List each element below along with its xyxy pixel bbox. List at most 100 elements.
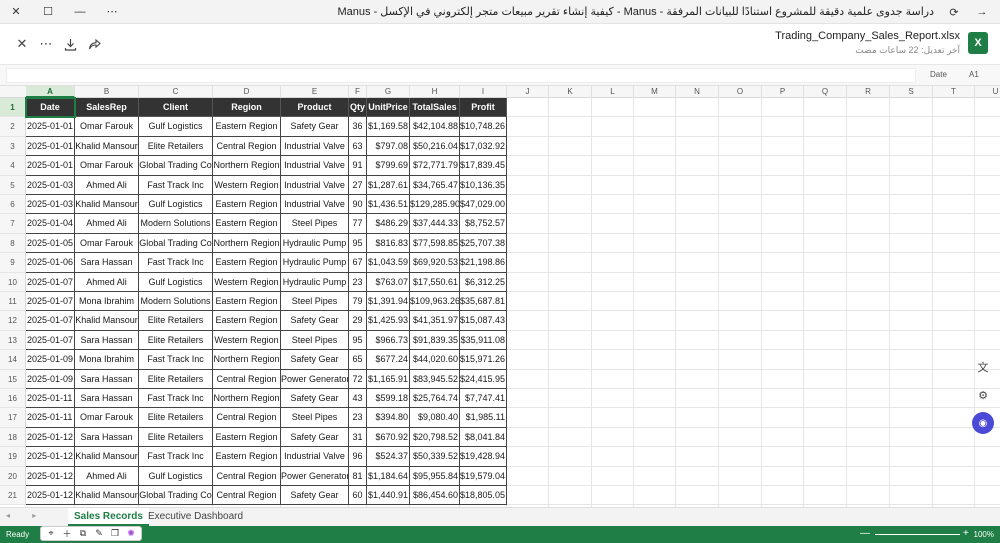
table-cell[interactable]: Eastern Region xyxy=(213,447,281,467)
table-cell[interactable]: Steel Pipes xyxy=(281,292,349,312)
table-cell[interactable]: $1,391.94 xyxy=(367,292,410,312)
table-cell[interactable]: Global Trading Co xyxy=(139,233,213,254)
table-cell[interactable]: Fast Track Inc xyxy=(139,175,213,195)
tab-executive-dashboard[interactable]: Executive Dashboard xyxy=(142,508,249,526)
table-cell[interactable]: $24,415.95 xyxy=(460,369,507,389)
table-cell[interactable]: $44,020.60 xyxy=(410,350,460,370)
table-cell[interactable]: 2025-01-01 xyxy=(26,136,75,157)
table-cell[interactable]: Northern Region xyxy=(213,156,281,176)
column-header-u[interactable]: U xyxy=(975,86,1000,98)
table-cell[interactable]: 2025-01-12 xyxy=(26,466,75,486)
table-cell[interactable]: $95,955.84 xyxy=(410,466,460,486)
sheet-nav-arrows[interactable]: ◂ ▸ xyxy=(6,511,46,520)
column-header-p[interactable]: P xyxy=(762,86,804,98)
table-cell[interactable]: 43 xyxy=(349,389,367,409)
row-header-1[interactable]: 1 xyxy=(0,98,26,118)
table-cell[interactable]: 63 xyxy=(349,136,367,157)
share-icon[interactable] xyxy=(84,34,104,54)
table-cell[interactable]: $599.18 xyxy=(367,389,410,409)
table-cell[interactable]: $1,436.51 xyxy=(367,195,410,215)
more-options-icon[interactable]: ⋯ xyxy=(96,0,128,24)
column-header-k[interactable]: K xyxy=(549,86,592,98)
row-header-21[interactable]: 21 xyxy=(0,486,26,506)
table-cell[interactable]: $50,339.52 xyxy=(410,447,460,467)
table-cell[interactable]: Ahmed Ali xyxy=(75,175,139,195)
table-cell[interactable]: Western Region xyxy=(213,272,281,292)
table-cell[interactable]: Elite Retailers xyxy=(139,136,213,157)
table-cell[interactable]: $8,752.57 xyxy=(460,214,507,234)
table-cell[interactable]: Mona Ibrahim xyxy=(75,292,139,312)
column-header-r[interactable]: R xyxy=(847,86,890,98)
table-cell[interactable]: Industrial Valve xyxy=(281,175,349,195)
table-cell[interactable]: 96 xyxy=(349,447,367,467)
header-cell-qty[interactable]: Qty xyxy=(349,98,367,118)
table-cell[interactable]: Khalid Mansour xyxy=(75,486,139,506)
cursor-icon[interactable]: ⌖ xyxy=(43,528,59,539)
table-cell[interactable]: $86,454.60 xyxy=(410,486,460,506)
maximize-window-icon[interactable]: ☐ xyxy=(32,0,64,24)
table-cell[interactable]: Ahmed Ali xyxy=(75,466,139,486)
column-header-b[interactable]: B xyxy=(75,86,139,98)
row-header-16[interactable]: 16 xyxy=(0,389,26,409)
row-header-17[interactable]: 17 xyxy=(0,408,26,428)
column-header-m[interactable]: M xyxy=(634,86,676,98)
crop-icon[interactable]: ⧉ xyxy=(75,528,91,539)
table-cell[interactable]: Sara Hassan xyxy=(75,369,139,389)
table-cell[interactable]: $1,184.64 xyxy=(367,466,410,486)
table-cell[interactable]: 2025-01-06 xyxy=(26,253,75,273)
ai-icon[interactable]: ✺ xyxy=(123,528,139,539)
table-cell[interactable]: 2025-01-01 xyxy=(26,156,75,176)
row-header-7[interactable]: 7 xyxy=(0,214,26,234)
table-cell[interactable]: $25,707.38 xyxy=(460,233,507,254)
column-header-e[interactable]: E xyxy=(281,86,349,98)
table-cell[interactable]: Power Generator xyxy=(281,369,349,389)
column-header-t[interactable]: T xyxy=(933,86,975,98)
table-cell[interactable]: $15,971.26 xyxy=(460,350,507,370)
table-cell[interactable]: 2025-01-07 xyxy=(26,272,75,292)
table-cell[interactable]: Eastern Region xyxy=(213,253,281,273)
table-cell[interactable]: 36 xyxy=(349,117,367,137)
column-header-g[interactable]: G xyxy=(367,86,410,98)
table-cell[interactable]: Omar Farouk xyxy=(75,117,139,137)
table-cell[interactable]: Ahmed Ali xyxy=(75,272,139,292)
close-window-icon[interactable]: ✕ xyxy=(0,0,32,24)
column-header-i[interactable]: I xyxy=(460,86,507,98)
row-header-5[interactable]: 5 xyxy=(0,175,26,195)
column-header-j[interactable]: J xyxy=(507,86,549,98)
table-cell[interactable]: 2025-01-09 xyxy=(26,350,75,370)
table-cell[interactable]: Sara Hassan xyxy=(75,253,139,273)
table-cell[interactable]: $19,428.94 xyxy=(460,447,507,467)
table-cell[interactable]: $41,351.97 xyxy=(410,311,460,331)
table-cell[interactable]: Industrial Valve xyxy=(281,195,349,215)
table-cell[interactable]: 65 xyxy=(349,350,367,370)
table-cell[interactable]: 2025-01-05 xyxy=(26,233,75,254)
table-cell[interactable]: 2025-01-03 xyxy=(26,175,75,195)
table-cell[interactable]: Omar Farouk xyxy=(75,156,139,176)
translate-icon[interactable]: 文 xyxy=(972,356,994,378)
zoom-in-button[interactable]: + xyxy=(963,528,969,539)
table-cell[interactable]: $50,216.04 xyxy=(410,136,460,157)
table-cell[interactable]: Hydraulic Pump xyxy=(281,253,349,273)
row-header-13[interactable]: 13 xyxy=(0,330,26,351)
table-cell[interactable]: $8,041.84 xyxy=(460,427,507,448)
column-header-c[interactable]: C xyxy=(139,86,213,98)
table-cell[interactable]: $966.73 xyxy=(367,330,410,351)
table-cell[interactable]: $109,963.26 xyxy=(410,292,460,312)
table-cell[interactable]: $77,598.85 xyxy=(410,233,460,254)
table-cell[interactable]: 2025-01-07 xyxy=(26,330,75,351)
table-cell[interactable]: $21,198.86 xyxy=(460,253,507,273)
table-cell[interactable]: $35,911.08 xyxy=(460,330,507,351)
table-cell[interactable]: 67 xyxy=(349,253,367,273)
table-cell[interactable]: Khalid Mansour xyxy=(75,447,139,467)
table-cell[interactable]: Central Region xyxy=(213,486,281,506)
table-cell[interactable]: $524.37 xyxy=(367,447,410,467)
table-cell[interactable]: $1,440.91 xyxy=(367,486,410,506)
table-cell[interactable]: $19,579.04 xyxy=(460,466,507,486)
column-header-n[interactable]: N xyxy=(676,86,719,98)
table-cell[interactable]: Eastern Region xyxy=(213,311,281,331)
table-cell[interactable]: $1,287.61 xyxy=(367,175,410,195)
table-cell[interactable]: Omar Farouk xyxy=(75,233,139,254)
table-cell[interactable]: 23 xyxy=(349,408,367,428)
table-cell[interactable]: 2025-01-12 xyxy=(26,447,75,467)
table-cell[interactable]: Industrial Valve xyxy=(281,136,349,157)
